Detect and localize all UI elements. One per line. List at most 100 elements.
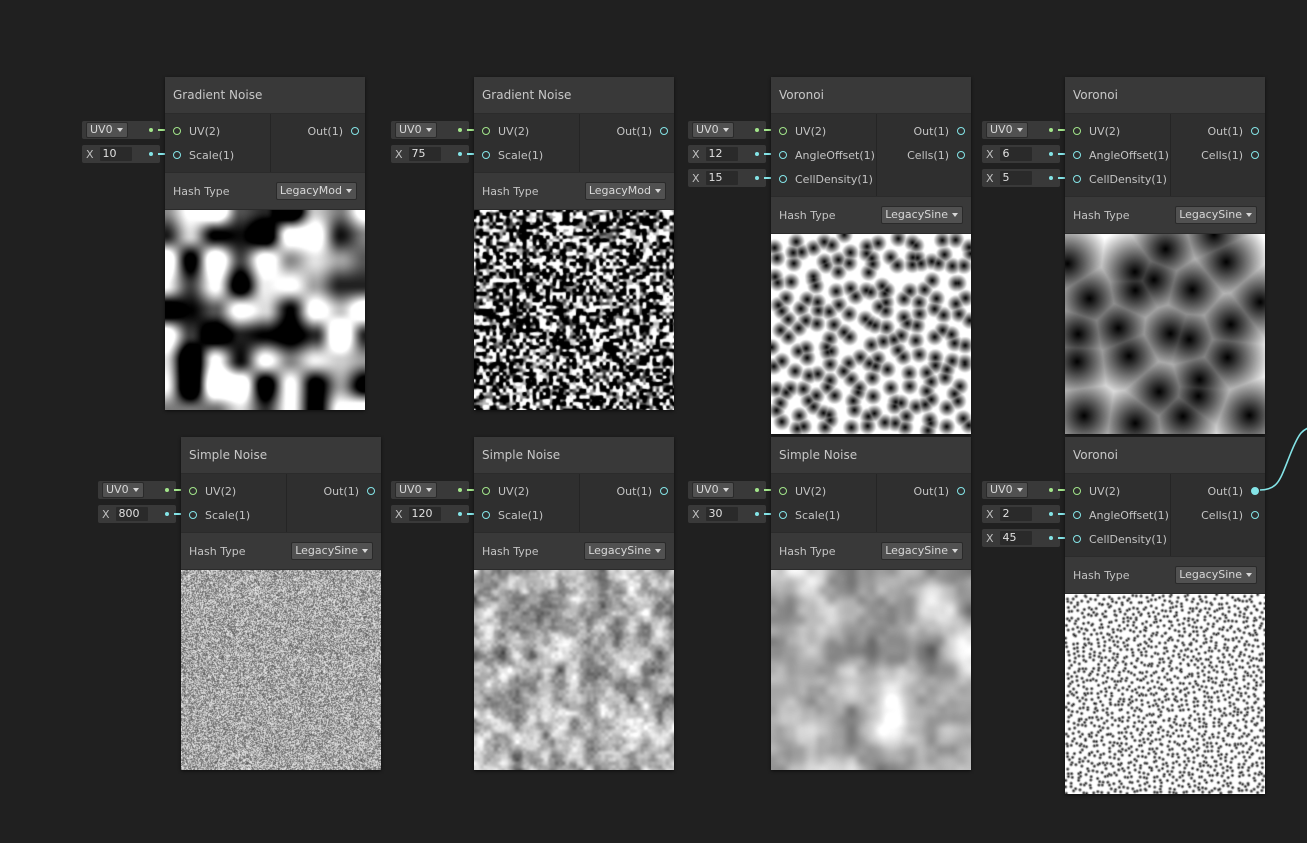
uv-channel-dropdown[interactable]: UV0 [986, 122, 1028, 138]
cell-density-input-port[interactable]: CellDensity(1) [1065, 528, 1170, 552]
scale-port-pin[interactable] [482, 151, 490, 159]
hash-type-dropdown[interactable]: LegacySine [584, 542, 666, 560]
angle-offset-value-field[interactable]: 6 [999, 147, 1032, 161]
out-output-port[interactable]: Out(1) [580, 480, 674, 504]
angle-offset-input-port[interactable]: AngleOffset(1) [1065, 144, 1170, 168]
uv-channel-dropdown[interactable]: UV0 [395, 482, 437, 498]
scale-value-field[interactable]: 120 [408, 507, 441, 521]
cell-density-input-port[interactable]: CellDensity(1) [1065, 168, 1170, 192]
angle-offset-input-port[interactable]: AngleOffset(1) [771, 144, 876, 168]
scale-port-pin[interactable] [482, 511, 490, 519]
angle-offset-port-pin[interactable] [779, 151, 787, 159]
scale-input-stub[interactable]: X 75 [391, 145, 469, 163]
scale-input-stub[interactable]: X 10 [82, 145, 160, 163]
scale-input-port[interactable]: Scale(1) [771, 504, 876, 528]
out-output-port[interactable]: Out(1) [287, 480, 381, 504]
uv-channel-dropdown[interactable]: UV0 [86, 122, 128, 138]
uv-input-port[interactable]: UV(2) [474, 120, 579, 144]
node-title[interactable]: Voronoi [771, 77, 971, 114]
out-port-pin[interactable] [957, 127, 965, 135]
scale-port-pin[interactable] [173, 151, 181, 159]
out-port-pin[interactable] [1251, 127, 1259, 135]
cells-output-port[interactable]: Cells(1) [877, 144, 971, 168]
uv-port-pin[interactable] [779, 127, 787, 135]
uv-input-stub[interactable]: UV0 [82, 121, 160, 139]
node-title[interactable]: Simple Noise [771, 437, 971, 474]
node-title[interactable]: Voronoi [1065, 77, 1265, 114]
out-output-port[interactable]: Out(1) [877, 480, 971, 504]
cell-density-value-field[interactable]: 5 [999, 171, 1032, 185]
uv-input-port[interactable]: UV(2) [181, 480, 286, 504]
uv-port-pin[interactable] [482, 487, 490, 495]
simple-noise-node[interactable]: Simple Noise UV(2) Scale(1) Out(1) Hash … [771, 437, 971, 770]
uv-input-port[interactable]: UV(2) [1065, 480, 1170, 504]
cell-density-port-pin[interactable] [1073, 175, 1081, 183]
scale-input-stub[interactable]: X 800 [98, 505, 176, 523]
node-title[interactable]: Voronoi [1065, 437, 1265, 474]
uv-input-stub[interactable]: UV0 [391, 121, 469, 139]
out-port-pin[interactable] [660, 127, 668, 135]
node-title[interactable]: Simple Noise [474, 437, 674, 474]
angle-offset-input-stub[interactable]: X6 [982, 145, 1060, 163]
uv-channel-dropdown[interactable]: UV0 [692, 122, 734, 138]
uv-port-pin[interactable] [1073, 127, 1081, 135]
cells-port-pin[interactable] [1251, 511, 1259, 519]
uv-input-port[interactable]: UV(2) [771, 480, 876, 504]
hash-type-dropdown[interactable]: LegacyMod [584, 182, 666, 200]
cell-density-value-field[interactable]: 45 [999, 531, 1032, 545]
cell-density-value-field[interactable]: 15 [705, 171, 738, 185]
uv-port-pin[interactable] [189, 487, 197, 495]
simple-noise-node[interactable]: Simple Noise UV(2) Scale(1) Out(1) Hash … [474, 437, 674, 770]
output-connection-wire[interactable] [1258, 425, 1307, 505]
hash-type-dropdown[interactable]: LegacySine [291, 542, 373, 560]
cells-port-pin[interactable] [1251, 151, 1259, 159]
hash-type-dropdown[interactable]: LegacySine [1175, 566, 1257, 584]
angle-offset-input-port[interactable]: AngleOffset(1) [1065, 504, 1170, 528]
angle-offset-port-pin[interactable] [1073, 511, 1081, 519]
out-output-port[interactable]: Out(1) [580, 120, 674, 144]
scale-value-field[interactable]: 30 [705, 507, 738, 521]
cells-output-port[interactable]: Cells(1) [1171, 144, 1265, 168]
out-output-port[interactable]: Out(1) [877, 120, 971, 144]
scale-value-field[interactable]: 800 [115, 507, 148, 521]
uv-input-port[interactable]: UV(2) [1065, 120, 1170, 144]
simple-noise-node[interactable]: Simple Noise UV(2) Scale(1) Out(1) Hash … [181, 437, 381, 770]
uv-channel-dropdown[interactable]: UV0 [395, 122, 437, 138]
cell-density-input-stub[interactable]: X 45 [982, 529, 1060, 547]
out-port-pin[interactable] [660, 487, 668, 495]
node-title[interactable]: Gradient Noise [474, 77, 674, 114]
scale-input-stub[interactable]: X 30 [688, 505, 766, 523]
node-title[interactable]: Simple Noise [181, 437, 381, 474]
uv-input-stub[interactable]: UV0 [391, 481, 469, 499]
gradient-noise-node[interactable]: Gradient Noise UV(2) Scale(1) Out(1) Has… [165, 77, 365, 410]
angle-offset-input-stub[interactable]: X2 [982, 505, 1060, 523]
angle-offset-value-field[interactable]: 12 [705, 147, 738, 161]
uv-port-pin[interactable] [482, 127, 490, 135]
scale-input-stub[interactable]: X 120 [391, 505, 469, 523]
scale-port-pin[interactable] [189, 511, 197, 519]
cells-port-pin[interactable] [957, 151, 965, 159]
cell-density-input-port[interactable]: CellDensity(1) [771, 168, 876, 192]
uv-port-pin[interactable] [173, 127, 181, 135]
uv-channel-dropdown[interactable]: UV0 [986, 482, 1028, 498]
hash-type-dropdown[interactable]: LegacySine [1175, 206, 1257, 224]
uv-input-stub[interactable]: UV0 [688, 481, 766, 499]
voronoi-node[interactable]: Voronoi UV(2) AngleOffset(1) CellDensity… [1065, 77, 1265, 434]
uv-port-pin[interactable] [1073, 487, 1081, 495]
cell-density-input-stub[interactable]: X 15 [688, 169, 766, 187]
out-port-pin[interactable] [367, 487, 375, 495]
scale-value-field[interactable]: 75 [408, 147, 441, 161]
hash-type-dropdown[interactable]: LegacyMod [275, 182, 357, 200]
uv-input-port[interactable]: UV(2) [474, 480, 579, 504]
scale-input-port[interactable]: Scale(1) [181, 504, 286, 528]
angle-offset-input-stub[interactable]: X 12 [688, 145, 766, 163]
scale-input-port[interactable]: Scale(1) [165, 144, 270, 168]
hash-type-dropdown[interactable]: LegacySine [881, 542, 963, 560]
uv-channel-dropdown[interactable]: UV0 [692, 482, 734, 498]
voronoi-node[interactable]: Voronoi UV(2) AngleOffset(1) CellDensity… [771, 77, 971, 434]
hash-type-dropdown[interactable]: LegacySine [881, 206, 963, 224]
cells-output-port[interactable]: Cells(1) [1171, 504, 1265, 528]
scale-port-pin[interactable] [779, 511, 787, 519]
uv-port-pin[interactable] [779, 487, 787, 495]
angle-offset-port-pin[interactable] [1073, 151, 1081, 159]
